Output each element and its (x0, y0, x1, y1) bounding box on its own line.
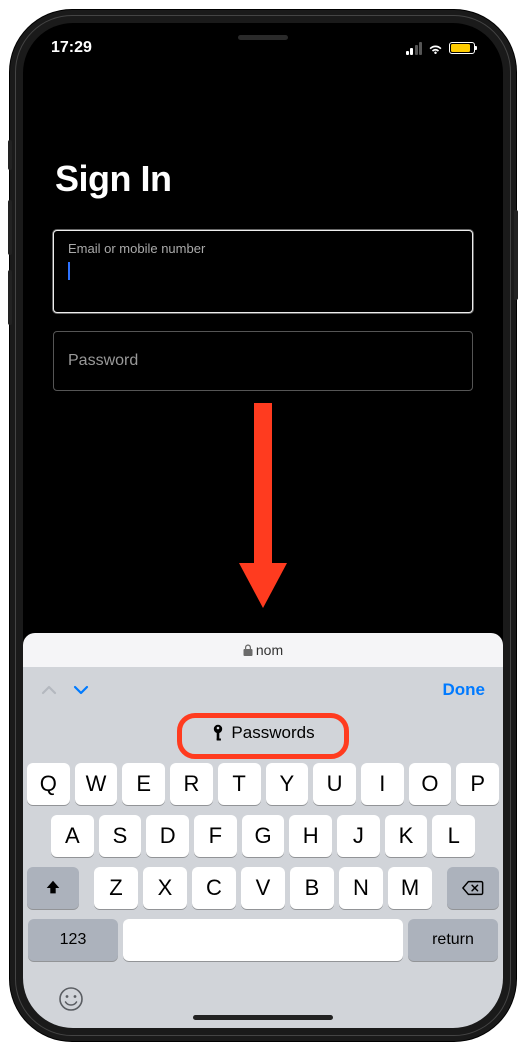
wifi-icon (427, 42, 444, 55)
key-n[interactable]: N (339, 867, 383, 909)
status-time: 17:29 (51, 33, 92, 57)
lock-icon (243, 644, 253, 656)
page-title: Sign In (55, 158, 471, 200)
key-h[interactable]: H (289, 815, 332, 857)
key-y[interactable]: Y (266, 763, 309, 805)
done-button[interactable]: Done (443, 680, 486, 700)
url-bar: nom (23, 633, 503, 667)
space-key[interactable] (123, 919, 403, 961)
key-j[interactable]: J (337, 815, 380, 857)
key-m[interactable]: M (388, 867, 432, 909)
key-o[interactable]: O (409, 763, 452, 805)
passwords-autofill-button[interactable]: Passwords (195, 717, 330, 749)
home-indicator[interactable] (193, 1015, 333, 1020)
next-field-icon[interactable] (73, 682, 89, 698)
text-cursor (68, 262, 70, 280)
numbers-key[interactable]: 123 (28, 919, 118, 961)
passwords-label: Passwords (231, 723, 314, 743)
key-x[interactable]: X (143, 867, 187, 909)
email-input[interactable] (68, 280, 458, 298)
key-w[interactable]: W (75, 763, 118, 805)
key-z[interactable]: Z (94, 867, 138, 909)
key-b[interactable]: B (290, 867, 334, 909)
signal-icon (406, 42, 423, 55)
prev-field-icon[interactable] (41, 682, 57, 698)
battery-icon (449, 42, 475, 54)
key-f[interactable]: F (194, 815, 237, 857)
key-icon (211, 724, 225, 742)
key-p[interactable]: P (456, 763, 499, 805)
return-key[interactable]: return (408, 919, 498, 961)
emoji-key[interactable] (57, 985, 85, 1020)
key-l[interactable]: L (432, 815, 475, 857)
key-v[interactable]: V (241, 867, 285, 909)
password-placeholder: Password (68, 352, 138, 369)
key-q[interactable]: Q (27, 763, 70, 805)
password-field[interactable]: Password (53, 331, 473, 391)
key-a[interactable]: A (51, 815, 94, 857)
key-t[interactable]: T (218, 763, 261, 805)
backspace-key[interactable] (447, 867, 499, 909)
url-text: nom (256, 642, 283, 658)
keyboard-area: nom Done Passwords QWERTYUIOP ASDFGHJKL (23, 667, 503, 1028)
key-i[interactable]: I (361, 763, 404, 805)
key-s[interactable]: S (99, 815, 142, 857)
key-r[interactable]: R (170, 763, 213, 805)
email-label: Email or mobile number (68, 241, 458, 256)
key-d[interactable]: D (146, 815, 189, 857)
key-k[interactable]: K (385, 815, 428, 857)
key-g[interactable]: G (242, 815, 285, 857)
key-u[interactable]: U (313, 763, 356, 805)
email-field[interactable]: Email or mobile number (53, 230, 473, 313)
key-c[interactable]: C (192, 867, 236, 909)
key-e[interactable]: E (122, 763, 165, 805)
shift-key[interactable] (27, 867, 79, 909)
